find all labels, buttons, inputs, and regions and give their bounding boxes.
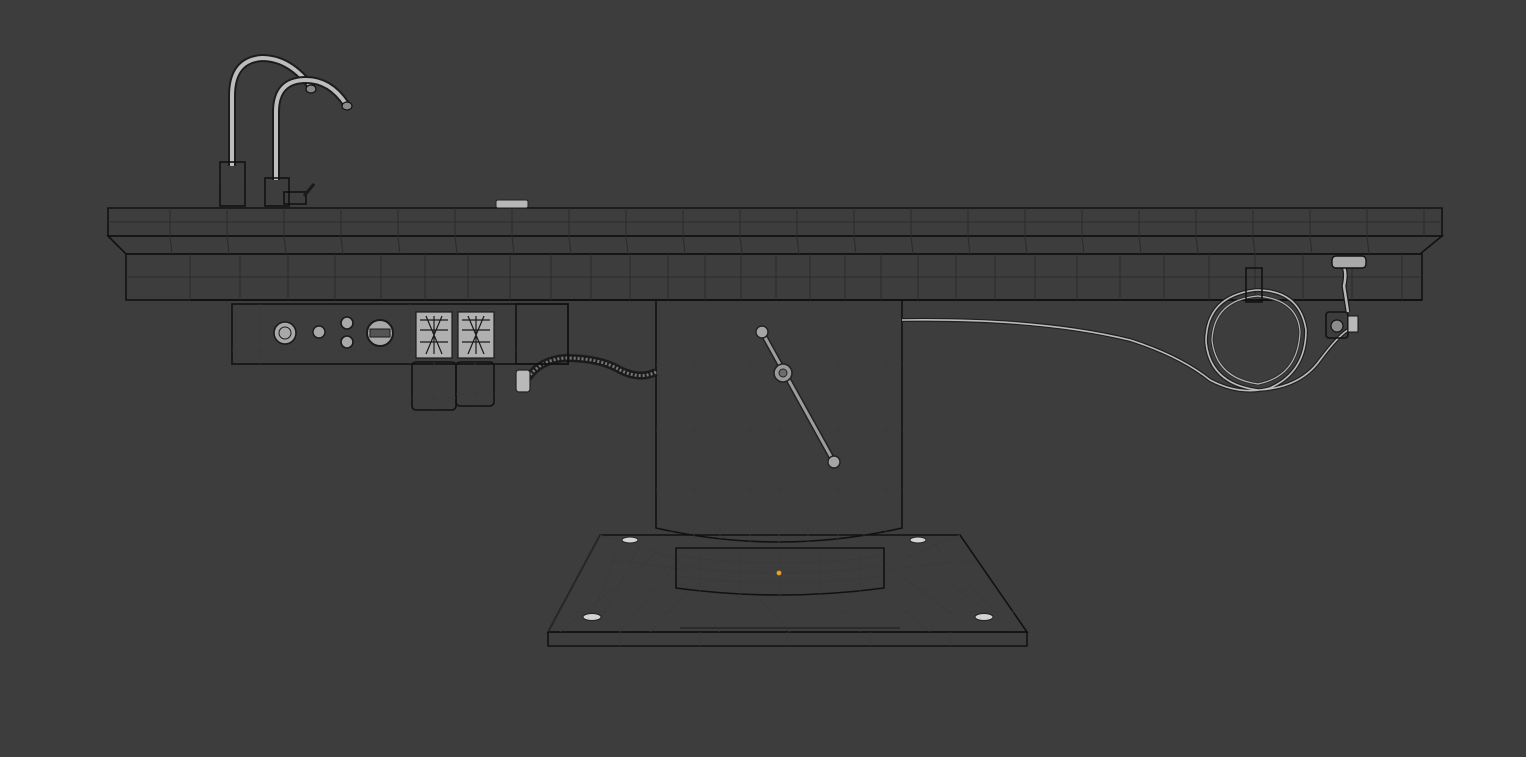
wireframe-scene [0, 0, 1526, 757]
3d-viewport[interactable] [0, 0, 1526, 757]
object-origin-dot [776, 570, 782, 576]
